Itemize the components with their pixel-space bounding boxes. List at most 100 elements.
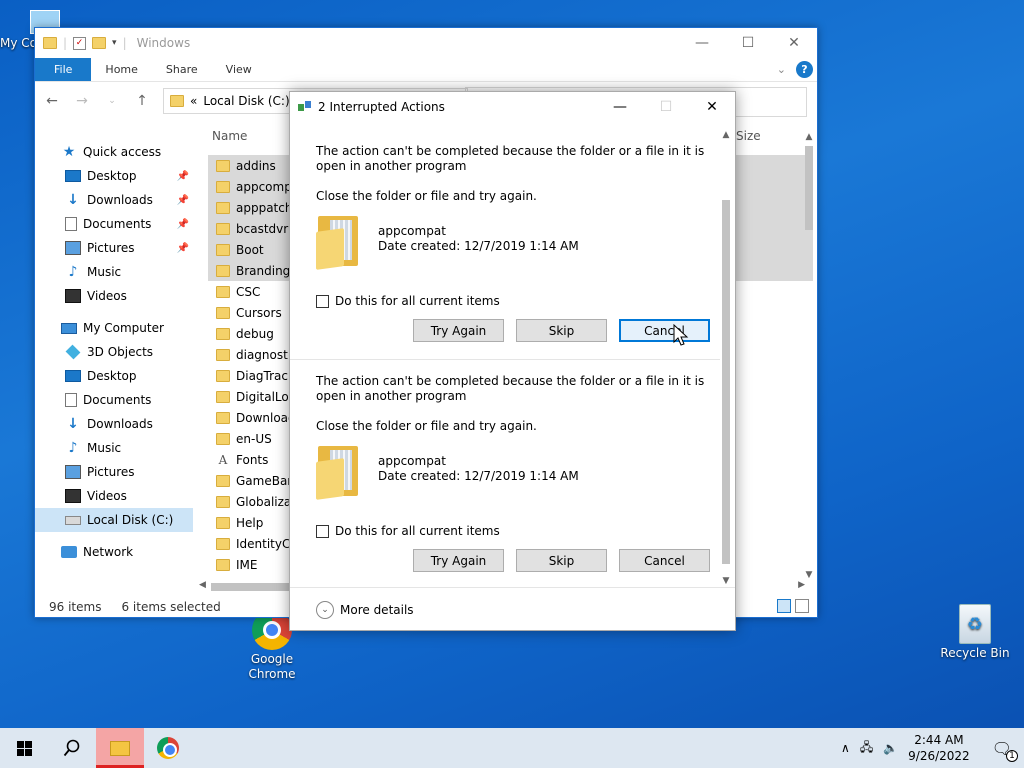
scroll-down-icon[interactable]: ▼ [718,576,734,586]
copy-icon [298,101,312,113]
music-note-icon: ♪ [68,440,78,456]
nav-music[interactable]: ♪ Music [35,436,193,460]
scrollbar-thumb[interactable] [722,200,730,564]
nav-quick-music[interactable]: ♪ Music [35,260,193,284]
more-details-toggle[interactable]: ⌄ More details [290,587,735,631]
nav-documents[interactable]: Documents [35,388,193,412]
tab-view[interactable]: View [212,58,266,81]
volume-icon[interactable]: 🔈 [883,741,898,755]
address-segment-local-disk[interactable]: Local Disk (C:) [203,94,289,108]
scroll-up-icon[interactable]: ▲ [801,132,817,142]
file-name: DiagTrack [236,368,295,383]
file-explorer-icon [110,740,130,756]
notification-center-icon[interactable]: 🗨 1 [992,739,1018,762]
nav-pictures[interactable]: Pictures [35,460,193,484]
item-count: 96 items [49,600,102,614]
pin-icon: 📌 [176,218,189,230]
scroll-up-icon[interactable]: ▲ [718,130,734,140]
nav-quick-access[interactable]: ★ Quick access [35,140,193,164]
large-icons-view-icon[interactable] [795,599,809,613]
close-button[interactable]: ✕ [771,28,817,58]
dialog-scrollbar[interactable]: ▲ ▼ [718,130,734,586]
file-list-vertical-scrollbar[interactable]: ▲ ▼ [801,132,817,580]
folder-icon [316,212,360,270]
scroll-left-icon[interactable]: ◀ [199,580,206,590]
up-button[interactable]: ↑ [133,93,151,109]
details-view-icon[interactable] [777,599,791,613]
chevron-down-icon[interactable]: ⌄ [316,600,334,619]
taskbar-chrome[interactable] [144,728,192,768]
apply-to-all-checkbox[interactable]: Do this for all current items [316,294,500,308]
view-toggle [777,599,809,613]
address-overflow[interactable]: « [190,94,197,108]
file-name: CSC [236,284,261,299]
instruction-text: Close the folder or file and try again. [316,419,537,433]
nav-quick-videos[interactable]: Videos [35,284,193,308]
desktop-icon-recycle-bin[interactable]: ♻ Recycle Bin [939,604,1011,661]
scroll-right-icon[interactable]: ▶ [798,580,805,590]
checkbox[interactable] [316,294,329,308]
show-hidden-icons-icon[interactable]: ∧ [841,741,850,755]
nav-network[interactable]: Network [35,540,193,564]
network-icon[interactable]: 🖧 [860,738,873,759]
clock[interactable]: 2:44 AM 9/26/2022 [908,732,970,764]
dialog-titlebar: 2 Interrupted Actions — ☐ ✕ [290,92,735,122]
nav-desktop[interactable]: Desktop [35,364,193,388]
window-title: Windows [136,36,191,50]
back-button[interactable]: ← [43,93,61,109]
status-bar: 96 items 6 items selected [49,600,221,614]
qat-dropdown-icon[interactable]: ▾ [112,38,117,48]
tab-file[interactable]: File [35,58,92,81]
recent-locations-icon[interactable]: ⌄ [103,96,121,106]
maximize-button[interactable]: ☐ [725,28,771,58]
folder-icon [216,327,230,340]
nav-quick-documents[interactable]: Documents 📌 [35,212,193,236]
ribbon-tabs: File Home Share View ⌄ ? [35,58,817,82]
dialog-minimize-button[interactable]: — [597,92,643,122]
new-folder-icon[interactable] [92,37,107,49]
try-again-button[interactable]: Try Again [413,549,504,572]
action-item-1: The action can't be completed because th… [290,130,720,359]
nav-downloads[interactable]: ↓ Downloads [35,412,193,436]
search-icon [63,739,80,757]
start-button[interactable] [0,728,48,768]
system-tray: ∧ 🖧 🔈 2:44 AM 9/26/2022 🗨 1 [841,732,1024,764]
column-header-name[interactable]: Name [208,129,247,143]
file-name: debug [236,326,274,341]
dialog-close-button[interactable]: ✕ [689,92,735,122]
properties-icon[interactable]: ✓ [73,36,87,50]
cancel-button[interactable]: Cancel [619,319,710,342]
nav-3d-objects[interactable]: 3D Objects [35,340,193,364]
checkbox[interactable] [316,524,329,538]
folder-icon [216,390,230,403]
desktop-icon [65,170,81,182]
skip-button[interactable]: Skip [516,319,607,342]
scrollbar-thumb[interactable] [805,146,813,230]
tab-home[interactable]: Home [91,58,151,81]
notification-count-badge: 1 [1006,749,1018,762]
nav-quick-pictures[interactable]: Pictures 📌 [35,236,193,260]
recycle-bin-icon: ♻ [959,604,991,644]
cancel-button[interactable]: Cancel [619,549,710,572]
nav-quick-downloads[interactable]: ↓ Downloads 📌 [35,188,193,212]
folder-icon [43,37,57,49]
search-button[interactable] [48,728,96,768]
folder-icon [216,495,230,508]
nav-videos[interactable]: Videos [35,484,193,508]
nav-my-computer[interactable]: My Computer [35,316,193,340]
column-header-size[interactable]: Size [736,129,761,143]
minimize-button[interactable]: — [679,28,725,58]
nav-local-disk[interactable]: Local Disk (C:) [35,508,193,532]
apply-to-all-checkbox[interactable]: Do this for all current items [316,524,500,538]
forward-button[interactable]: → [73,93,91,109]
taskbar-file-explorer[interactable] [96,728,144,768]
skip-button[interactable]: Skip [516,549,607,572]
nav-quick-desktop[interactable]: Desktop 📌 [35,164,193,188]
dialog-body: The action can't be completed because th… [290,130,720,588]
expand-ribbon-icon[interactable]: ⌄ [777,63,786,76]
help-icon[interactable]: ? [796,61,813,78]
instruction-text: Close the folder or file and try again. [316,189,537,203]
tab-share[interactable]: Share [152,58,212,81]
folder-icon [216,411,230,424]
try-again-button[interactable]: Try Again [413,319,504,342]
